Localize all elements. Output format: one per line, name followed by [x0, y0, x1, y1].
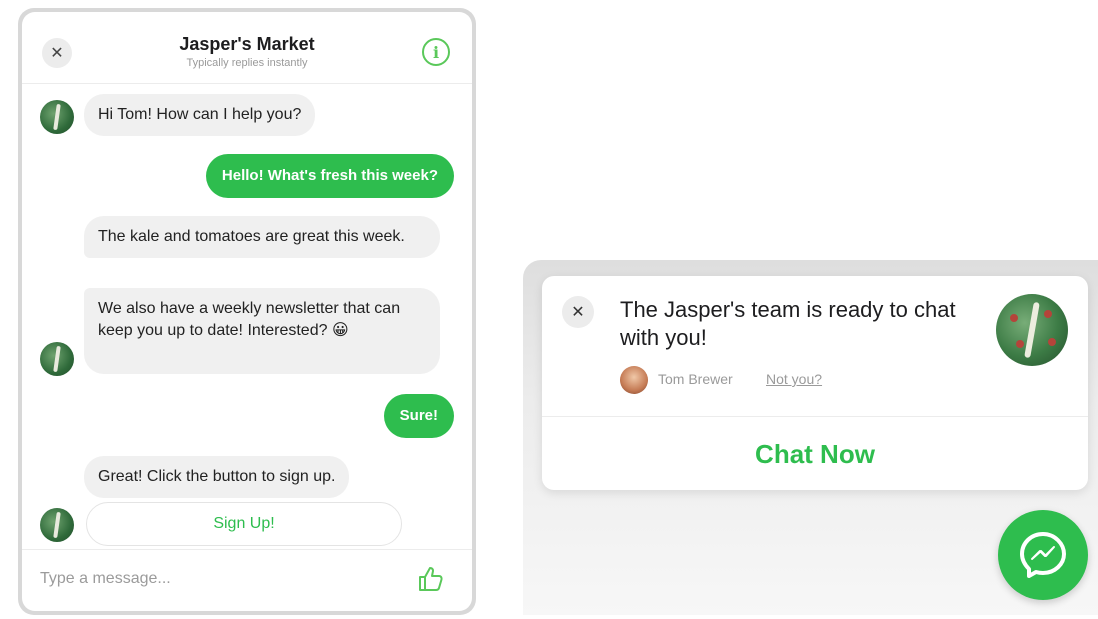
chat-subtitle: Typically replies instantly — [186, 57, 308, 69]
info-icon: i — [432, 42, 440, 62]
bot-avatar — [40, 100, 74, 134]
invite-title: The Jasper's team is ready to chat with … — [620, 297, 956, 350]
not-you-link[interactable]: Not you? — [766, 371, 822, 387]
message-bubble-user: Hello! What's fresh this week? — [205, 154, 454, 198]
message-bubble-bot: Great! Click the button to sign up. — [84, 456, 350, 498]
chat-window: ✕ Jasper's Market Typically replies inst… — [22, 12, 472, 611]
thumbs-up-icon[interactable] — [416, 564, 446, 594]
messenger-launcher-button[interactable] — [998, 510, 1088, 600]
message-bubble-bot: The kale and tomatoes are great this wee… — [84, 216, 440, 258]
chat-title: Jasper's Market — [179, 34, 315, 54]
business-avatar — [996, 294, 1068, 366]
chat-now-button[interactable]: Chat Now — [542, 418, 1088, 490]
chat-header: ✕ Jasper's Market Typically replies inst… — [22, 12, 472, 84]
message-composer — [22, 549, 472, 611]
close-invite-button[interactable]: ✕ — [562, 296, 594, 328]
message-bubble-bot: Hi Tom! How can I help you? — [84, 94, 316, 136]
user-name: Tom Brewer — [658, 371, 733, 387]
info-button[interactable]: i — [422, 38, 450, 66]
message-bubble-bot: We also have a weekly newsletter that ca… — [84, 288, 440, 374]
chat-invite-card: ✕ The Jasper's team is ready to chat wit… — [542, 276, 1088, 490]
close-icon: ✕ — [571, 304, 585, 321]
message-input[interactable] — [40, 564, 370, 594]
chat-window-frame: ✕ Jasper's Market Typically replies inst… — [18, 8, 476, 615]
message-bubble-user: Sure! — [383, 394, 454, 438]
bot-avatar — [40, 508, 74, 542]
sign-up-button[interactable]: Sign Up! — [86, 502, 402, 546]
divider — [542, 416, 1088, 417]
user-avatar — [620, 366, 648, 394]
messenger-icon — [1020, 532, 1066, 578]
bot-avatar — [40, 342, 74, 376]
